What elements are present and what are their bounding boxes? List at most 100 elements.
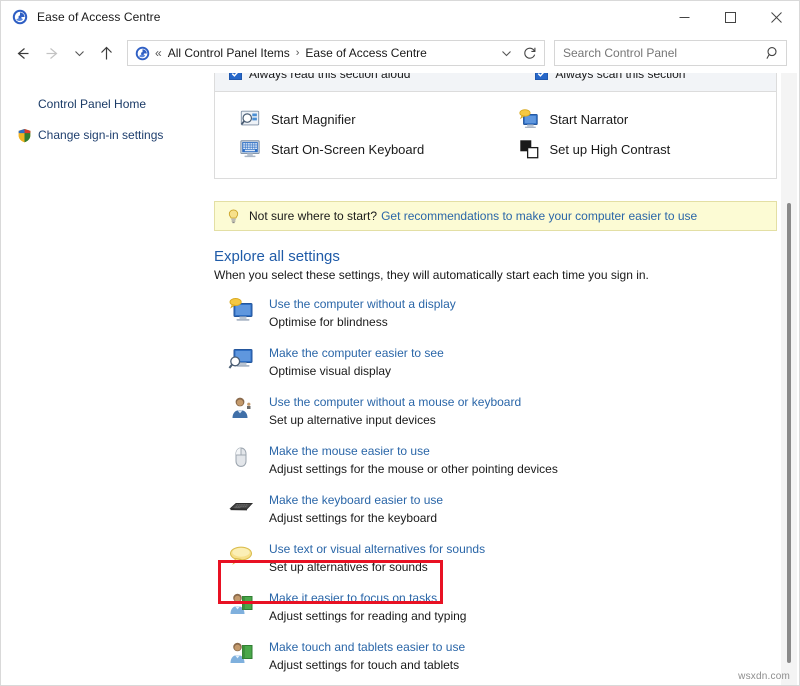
setting-link[interactable]: Make the keyboard easier to use xyxy=(269,491,443,509)
checkbox-check-icon xyxy=(535,73,549,80)
quick-access-options: Always read this section aloud Always sc… xyxy=(215,73,776,92)
setting-make-mouse-easier-to-use[interactable]: Make the mouse easier to use Adjust sett… xyxy=(214,441,777,490)
setting-description: Adjust settings for touch and tablets xyxy=(269,658,460,672)
forward-button[interactable] xyxy=(37,38,67,68)
start-magnifier-action[interactable]: Start Magnifier xyxy=(239,104,498,134)
setting-description: Adjust settings for the keyboard xyxy=(269,511,438,525)
setting-text: Use text or visual alternatives for soun… xyxy=(269,539,485,576)
vertical-scrollbar[interactable] xyxy=(781,73,797,685)
quick-access-actions: Start Magnifier Start On-Screen Keyboard… xyxy=(215,92,776,178)
window-title: Ease of Access Centre xyxy=(37,10,161,24)
quick-action-label: Start On-Screen Keyboard xyxy=(271,141,425,157)
ease-of-access-icon xyxy=(12,9,28,25)
recent-locations-chevron-down-icon[interactable] xyxy=(67,38,91,68)
up-button[interactable] xyxy=(91,38,121,68)
setting-link[interactable]: Use the computer without a mouse or keyb… xyxy=(269,393,521,411)
breadcrumb-overflow[interactable]: « xyxy=(155,46,162,60)
setting-use-computer-without-mouse-or-keyboard[interactable]: Use the computer without a mouse or keyb… xyxy=(214,392,777,441)
maximize-button[interactable] xyxy=(707,1,753,33)
setting-make-keyboard-easier-to-use[interactable]: Make the keyboard easier to use Adjust s… xyxy=(214,490,777,539)
window-controls xyxy=(661,1,799,33)
title-bar: Ease of Access Centre xyxy=(1,1,799,33)
checkbox-label: Always scan this section xyxy=(555,73,686,81)
osk-icon xyxy=(239,138,261,160)
minimize-button[interactable] xyxy=(661,1,707,33)
setting-link[interactable]: Use the computer without a display xyxy=(269,295,456,313)
monitor-magnify-icon xyxy=(227,345,255,373)
quick-action-label: Set up High Contrast xyxy=(549,141,671,157)
breadcrumb-separator-icon: › xyxy=(295,47,300,59)
setting-text: Make the mouse easier to use Adjust sett… xyxy=(269,441,558,478)
setting-text: Make it easier to focus on tasks Adjust … xyxy=(269,588,466,625)
refresh-icon[interactable] xyxy=(518,41,542,65)
mouse-icon xyxy=(227,443,255,471)
checkbox-always-scan-section[interactable]: Always scan this section xyxy=(535,73,685,81)
magnifier-icon xyxy=(239,108,261,130)
sidebar-item-label: Control Panel Home xyxy=(38,97,147,111)
setting-description: Adjust settings for reading and typing xyxy=(269,609,467,623)
setting-description: Adjust settings for the mouse or other p… xyxy=(269,462,558,476)
control-panel-window: Ease of Access Centre « All Control Pane… xyxy=(0,0,800,686)
start-narrator-action[interactable]: Start Narrator xyxy=(518,104,777,134)
setting-description: Optimise for blindness xyxy=(269,315,388,329)
setting-text: Use the computer without a mouse or keyb… xyxy=(269,392,521,429)
shield-icon xyxy=(15,128,33,143)
previous-locations-chevron-down-icon[interactable] xyxy=(494,41,518,65)
setting-link[interactable]: Make touch and tablets easier to use xyxy=(269,638,465,656)
speech-bubble-icon xyxy=(227,541,255,569)
setting-link[interactable]: Make it easier to focus on tasks xyxy=(269,589,466,607)
recommendation-tip-bar: Not sure where to start? Get recommendat… xyxy=(214,201,777,231)
setting-link[interactable]: Use text or visual alternatives for soun… xyxy=(269,540,485,558)
set-up-high-contrast-action[interactable]: Set up High Contrast xyxy=(518,134,777,164)
setting-make-touch-and-tablets-easier-to-use[interactable]: Make touch and tablets easier to use Adj… xyxy=(214,637,777,685)
sidebar-item-label: Change sign-in settings xyxy=(38,128,164,142)
quick-action-label: Start Narrator xyxy=(549,111,629,127)
sidebar-item-control-panel-home[interactable]: Control Panel Home xyxy=(1,93,209,115)
quick-access-column-right: Start Narrator Set up High Contrast xyxy=(498,104,777,164)
high-contrast-icon xyxy=(518,138,540,160)
setting-description: Set up alternatives for sounds xyxy=(269,560,428,574)
sidebar: Control Panel Home Change sign-in settin… xyxy=(1,73,209,685)
quick-access-column-left: Start Magnifier Start On-Screen Keyboard xyxy=(215,104,498,164)
setting-use-computer-without-display[interactable]: Use the computer without a display Optim… xyxy=(214,294,777,343)
start-on-screen-keyboard-action[interactable]: Start On-Screen Keyboard xyxy=(239,134,498,164)
search-icon[interactable] xyxy=(766,46,780,60)
setting-description: Set up alternative input devices xyxy=(269,413,436,427)
narrator-icon xyxy=(518,108,540,130)
setting-use-text-or-visual-alternatives-for-sounds[interactable]: Use text or visual alternatives for soun… xyxy=(214,539,777,588)
setting-text: Make touch and tablets easier to use Adj… xyxy=(269,637,465,674)
checkbox-always-read-aloud[interactable]: Always read this section aloud xyxy=(229,73,410,81)
control-panel-icon xyxy=(134,45,150,61)
scrollbar-thumb[interactable] xyxy=(787,203,791,663)
setting-text: Use the computer without a display Optim… xyxy=(269,294,456,331)
explore-all-settings-section: Explore all settings When you select the… xyxy=(214,248,777,685)
quick-access-panel: Always read this section aloud Always sc… xyxy=(214,73,777,179)
quick-action-label: Start Magnifier xyxy=(271,111,356,127)
keyboard-icon xyxy=(227,492,255,520)
watermark: wsxdn.com xyxy=(738,671,790,682)
close-button[interactable] xyxy=(753,1,799,33)
breadcrumb-item-all-control-panel-items[interactable]: All Control Panel Items xyxy=(168,46,290,60)
search-box[interactable] xyxy=(554,40,787,66)
breadcrumb-item-ease-of-access-centre[interactable]: Ease of Access Centre xyxy=(305,46,426,60)
tip-text: Not sure where to start? xyxy=(249,209,378,223)
search-input[interactable] xyxy=(563,46,766,60)
setting-make-computer-easier-to-see[interactable]: Make the computer easier to see Optimise… xyxy=(214,343,777,392)
content-area: Always read this section aloud Always sc… xyxy=(209,73,799,685)
address-bar[interactable]: « All Control Panel Items › Ease of Acce… xyxy=(127,40,545,66)
setting-link[interactable]: Make the mouse easier to use xyxy=(269,442,558,460)
setting-description: Optimise visual display xyxy=(269,364,392,378)
tip-link[interactable]: Get recommendations to make your compute… xyxy=(381,209,697,223)
checkbox-label: Always read this section aloud xyxy=(249,73,411,81)
setting-text: Make the keyboard easier to use Adjust s… xyxy=(269,490,443,527)
explore-subtitle: When you select these settings, they wil… xyxy=(214,268,649,282)
person-board-icon xyxy=(227,639,255,667)
setting-make-it-easier-to-focus-on-tasks[interactable]: Make it easier to focus on tasks Adjust … xyxy=(214,588,777,637)
setting-link[interactable]: Make the computer easier to see xyxy=(269,344,444,362)
display-off-icon xyxy=(227,296,255,324)
window-body: Control Panel Home Change sign-in settin… xyxy=(1,73,799,685)
sidebar-item-change-sign-in-settings[interactable]: Change sign-in settings xyxy=(1,124,209,146)
setting-text: Make the computer easier to see Optimise… xyxy=(269,343,444,380)
explore-title: Explore all settings xyxy=(214,248,340,265)
back-button[interactable] xyxy=(7,38,37,68)
